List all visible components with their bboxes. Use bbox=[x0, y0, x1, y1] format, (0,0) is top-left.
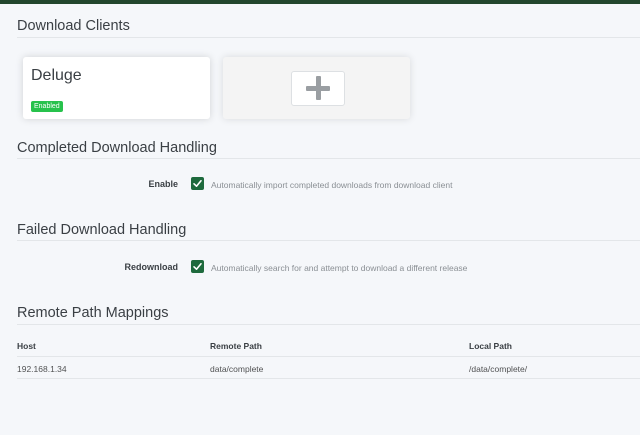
section-divider bbox=[17, 158, 640, 159]
redownload-checkbox[interactable] bbox=[191, 260, 204, 273]
column-header-remote-path: Remote Path bbox=[210, 341, 262, 351]
redownload-label: Redownload bbox=[124, 262, 179, 272]
column-header-host: Host bbox=[17, 341, 36, 351]
download-client-card-deluge[interactable]: Deluge Enabled bbox=[23, 57, 210, 119]
table-row-divider bbox=[17, 378, 640, 379]
check-icon bbox=[193, 262, 202, 270]
section-divider bbox=[17, 240, 640, 241]
cell-local-path: /data/complete/ bbox=[469, 364, 528, 374]
cell-remote-path: data/complete bbox=[210, 364, 264, 374]
section-divider bbox=[17, 324, 640, 325]
add-download-client-button[interactable] bbox=[291, 71, 345, 106]
add-download-client-card[interactable] bbox=[223, 57, 410, 119]
check-icon bbox=[193, 179, 202, 187]
enable-label: Enable bbox=[148, 179, 178, 189]
status-badge: Enabled bbox=[31, 101, 63, 112]
top-bar bbox=[0, 0, 640, 4]
column-header-local-path: Local Path bbox=[469, 341, 512, 351]
section-title-failed-download-handling: Failed Download Handling bbox=[17, 222, 187, 238]
cell-host: 192.168.1.34 bbox=[17, 364, 67, 374]
section-title-completed-download-handling: Completed Download Handling bbox=[17, 140, 217, 156]
section-title-remote-path-mappings: Remote Path Mappings bbox=[17, 305, 169, 321]
enable-checkbox[interactable] bbox=[191, 177, 204, 190]
section-divider bbox=[17, 37, 640, 38]
download-client-name: Deluge bbox=[31, 67, 82, 84]
redownload-help-text: Automatically search for and attempt to … bbox=[211, 263, 468, 273]
table-row[interactable] bbox=[17, 357, 640, 378]
enable-help-text: Automatically import completed downloads… bbox=[211, 180, 453, 190]
section-title-download-clients: Download Clients bbox=[17, 18, 130, 34]
